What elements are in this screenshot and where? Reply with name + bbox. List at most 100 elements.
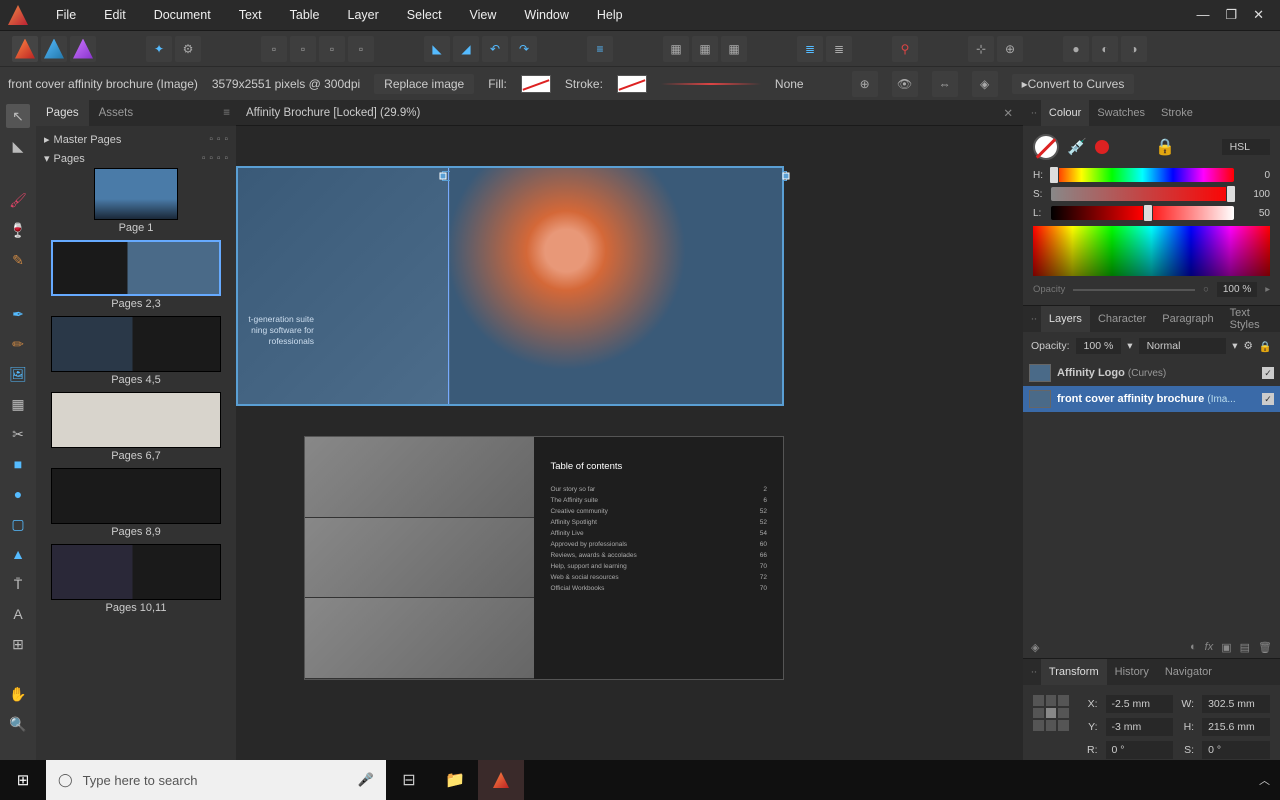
persona-photo-icon[interactable] [70,36,96,62]
ellipse-tool-icon[interactable]: ● [6,482,30,506]
y-input[interactable]: -3 mm [1106,718,1174,736]
layer-settings-icon[interactable]: ⚙ [1244,340,1253,352]
preflight-icon[interactable]: ✦ [146,36,172,62]
arrange-backward-icon[interactable]: ▫ [290,36,316,62]
snap-icon[interactable]: ⚲ [892,36,918,62]
node-tool-icon[interactable]: ◣ [6,134,30,158]
misc-1-icon[interactable]: ⊹ [968,36,994,62]
menu-document[interactable]: Document [140,4,225,26]
stroke-preview[interactable] [661,83,761,85]
page-thumb-1[interactable]: Page 1 [42,168,230,234]
tab-layers[interactable]: Layers [1041,306,1090,332]
tab-history[interactable]: History [1107,659,1157,685]
arrange-forward-icon[interactable]: ▫ [319,36,345,62]
lock-children-icon[interactable]: ⊕ [852,71,878,97]
layer-row[interactable]: Affinity Logo (Curves)✓ [1023,360,1280,386]
close-icon[interactable]: ✕ [1253,7,1264,23]
tab-navigator[interactable]: Navigator [1157,659,1220,685]
hide-icon[interactable]: 👁 [892,71,918,97]
stroke-swatch[interactable] [617,75,647,93]
anchor-selector[interactable] [1033,695,1069,731]
canvas-area[interactable]: Affinity Brochure [Locked] (29.9%) ✕ t-g… [236,100,1023,769]
lock-icon[interactable]: 🔒 [1155,137,1175,157]
task-view-icon[interactable]: ⊟ [386,760,432,800]
frame-text-tool-icon[interactable]: T̄ [6,572,30,596]
menu-select[interactable]: Select [393,4,456,26]
opacity-value[interactable]: 100 % [1217,282,1257,297]
pencil-tool-icon[interactable]: ✏ [6,332,30,356]
explorer-icon[interactable]: 📁 [432,760,478,800]
table-tool-icon[interactable]: ⊞ [6,632,30,656]
preferences-icon[interactable]: ⚙ [175,36,201,62]
tab-assets[interactable]: Assets [89,100,144,126]
taskbar-search[interactable]: ◯ Type here to search 🎤 [46,760,386,800]
tab-character[interactable]: Character [1090,306,1154,332]
baseline-2-icon[interactable]: ≣ [826,36,852,62]
menu-view[interactable]: View [456,4,511,26]
primary-colour-swatch[interactable] [1033,134,1059,160]
colour-field[interactable] [1033,226,1270,276]
tab-transform[interactable]: Transform [1041,659,1107,685]
fill-tool-icon[interactable]: 🍷 [6,218,30,242]
secondary-colour-swatch[interactable] [1095,140,1109,154]
close-doc-icon[interactable]: ✕ [1003,106,1013,120]
replace-image-button[interactable]: Replace image [374,74,474,94]
arrange-back-icon[interactable]: ▫ [261,36,287,62]
x-input[interactable]: -2.5 mm [1106,695,1174,713]
spread-2-3[interactable]: t-generation suite ning software for rof… [236,166,784,406]
page-thumb-45[interactable]: Pages 4,5 [42,316,230,386]
tray-chevron-icon[interactable]: ︿ [1249,772,1280,788]
minimize-icon[interactable]: — [1196,7,1209,23]
persona-publisher-icon[interactable] [12,36,38,62]
tab-pages[interactable]: Pages [36,100,89,126]
layer-lock-icon[interactable]: 🔒 [1259,340,1272,353]
page-thumb-67[interactable]: Pages 6,7 [42,392,230,462]
stroke-style-dropdown[interactable]: None [775,77,804,91]
mic-icon[interactable]: 🎤 [358,772,374,788]
image-tool-icon[interactable]: 🖼 [6,362,30,386]
menu-text[interactable]: Text [225,4,276,26]
menu-layer[interactable]: Layer [334,4,393,26]
sat-slider[interactable] [1051,187,1234,201]
h-input[interactable]: 215.6 mm [1202,718,1270,736]
pages-section[interactable]: Pages [54,153,85,165]
flip-h-icon[interactable]: ◣ [424,36,450,62]
arrange-front-icon[interactable]: ▫ [348,36,374,62]
r-input[interactable]: 0 ° [1106,741,1174,759]
maximize-icon[interactable]: ❐ [1225,7,1237,23]
menu-help[interactable]: Help [583,4,637,26]
crop-tool-icon[interactable]: ✂ [6,422,30,446]
flip-v-icon[interactable]: ◢ [453,36,479,62]
boolean-3-icon[interactable]: ◑ [1121,36,1147,62]
hand-tool-icon[interactable]: ✋ [6,682,30,706]
wrap-3-icon[interactable]: ▦ [721,36,747,62]
lum-slider[interactable] [1051,206,1234,220]
app-taskbar-icon[interactable] [478,760,524,800]
menu-table[interactable]: Table [276,4,334,26]
misc-2-icon[interactable]: ⊕ [997,36,1023,62]
constrain-icon[interactable]: ⇔ [932,71,958,97]
align-icon[interactable]: ≡ [587,36,613,62]
tab-paragraph[interactable]: Paragraph [1154,306,1221,332]
rotate-cw-icon[interactable]: ↷ [511,36,537,62]
crop-layer-icon[interactable]: ▣ [1221,641,1231,654]
wrap-1-icon[interactable]: ▦ [663,36,689,62]
page-thumb-89[interactable]: Pages 8,9 [42,468,230,538]
document-tab[interactable]: Affinity Brochure [Locked] (29.9%) [246,107,420,119]
menu-edit[interactable]: Edit [90,4,140,26]
cover-image[interactable] [450,168,782,404]
rounded-tool-icon[interactable]: ▢ [6,512,30,536]
tab-swatches[interactable]: Swatches [1089,100,1153,126]
opacity-slider[interactable] [1073,289,1195,291]
pen-tool-icon[interactable]: ✒ [6,302,30,326]
persona-designer-icon[interactable] [41,36,67,62]
page-thumb-1011[interactable]: Pages 10,11 [42,544,230,614]
transform-origin-icon[interactable]: ◈ [972,71,998,97]
master-pages-section[interactable]: Master Pages [54,134,122,146]
fill-swatch[interactable] [521,75,551,93]
adjustment-icon[interactable]: ◐ [1190,641,1197,654]
start-button[interactable]: ⊞ [0,771,46,789]
menu-file[interactable]: File [42,4,90,26]
triangle-tool-icon[interactable]: ▲ [6,542,30,566]
baseline-1-icon[interactable]: ≣ [797,36,823,62]
